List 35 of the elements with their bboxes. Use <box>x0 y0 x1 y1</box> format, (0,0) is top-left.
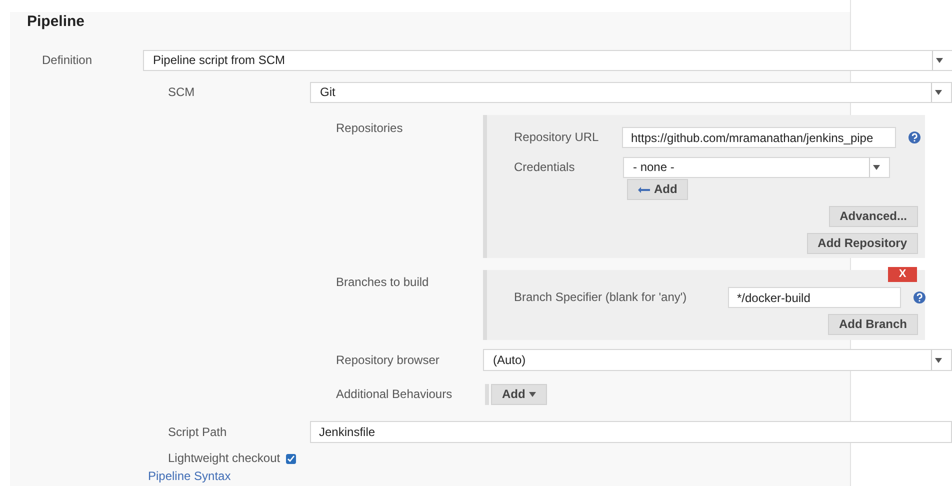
field-label: Lightweight checkout <box>168 451 280 466</box>
caret-icon <box>936 58 943 63</box>
add-branch-button[interactable]: Add Branch <box>828 314 918 335</box>
repository-browser-select[interactable]: (Auto) <box>483 349 952 371</box>
caret-icon <box>935 358 942 362</box>
help-icon[interactable] <box>908 131 921 144</box>
credentials-select[interactable]: - none - <box>623 157 890 178</box>
caret-icon <box>935 90 942 95</box>
arrow-icon <box>638 186 650 192</box>
url-field[interactable]: https://github.com/mramanathan/jenkins_pipe <box>622 127 896 148</box>
advanced-button[interactable]: Advanced... <box>828 206 918 227</box>
add-credentials-button[interactable]: Add <box>627 179 688 200</box>
caret-icon <box>529 392 536 397</box>
scm-select[interactable]: Git <box>310 82 952 103</box>
definition-select[interactable]: Pipeline script from SCM <box>143 50 952 71</box>
field-label: SCM <box>168 85 195 99</box>
field-label: Definition <box>42 53 92 67</box>
branch-specifier-field[interactable]: */docker-build <box>728 287 901 308</box>
field-label: Branch Specifier (blank for 'any') <box>514 290 687 304</box>
field-label: Repositories <box>336 121 403 135</box>
field-label: Additional Behaviours <box>336 387 452 401</box>
help-icon[interactable] <box>913 291 926 304</box>
delete-button[interactable]: X <box>888 267 917 282</box>
add-behaviour-button[interactable]: Add <box>491 384 548 405</box>
section-title: Pipeline <box>27 13 85 30</box>
script-path-field[interactable]: Jenkinsfile <box>310 421 952 443</box>
field-label: Branches to build <box>336 275 429 289</box>
add-repository-button[interactable]: Add Repository <box>806 233 918 254</box>
caret-icon <box>873 165 880 170</box>
pipeline-syntax-link[interactable]: Pipeline Syntax <box>148 469 231 483</box>
field-label: Repository URL <box>514 130 599 144</box>
field-label: Credentials <box>514 160 575 174</box>
checkbox[interactable] <box>286 454 296 464</box>
field-label: Repository browser <box>336 353 440 367</box>
field-label: Script Path <box>168 425 227 439</box>
